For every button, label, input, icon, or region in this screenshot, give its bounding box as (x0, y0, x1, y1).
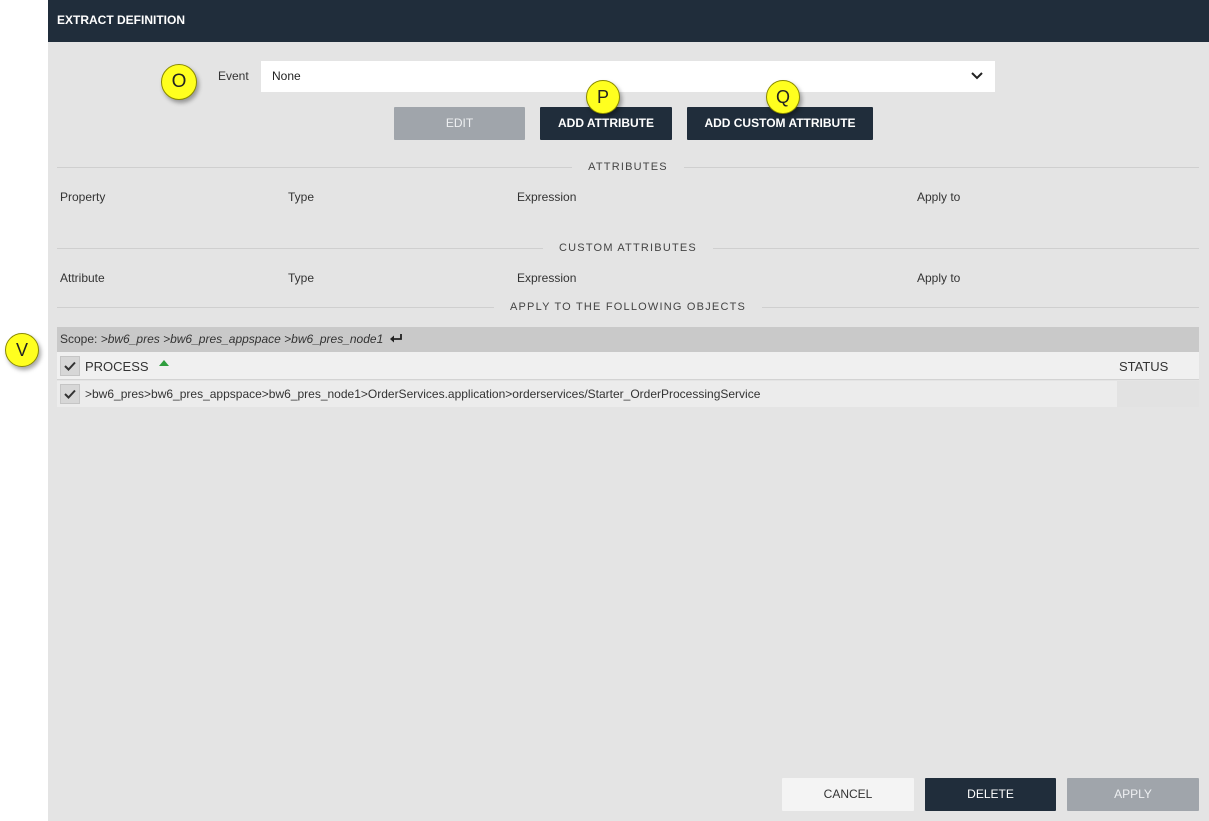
custom-attributes-col-attribute: Attribute (60, 271, 105, 285)
attributes-section-title: ATTRIBUTES (57, 161, 1199, 173)
scope-label: Scope: (60, 332, 98, 346)
sort-ascending-icon[interactable] (159, 360, 169, 366)
attributes-col-property: Property (60, 190, 106, 204)
extract-definition-panel: EXTRACT DEFINITION Event None EDIT ADD A… (48, 0, 1209, 821)
delete-button[interactable]: DELETE (925, 778, 1056, 811)
table-row[interactable]: >bw6_pres>bw6_pres_appspace>bw6_pres_nod… (57, 381, 1199, 407)
edit-button[interactable]: EDIT (394, 107, 525, 140)
objects-table-header: PROCESS STATUS (57, 352, 1199, 380)
annotation-marker-o: O (161, 64, 197, 100)
process-column-header[interactable]: PROCESS (85, 359, 149, 374)
scope-path[interactable]: >bw6_pres >bw6_pres_appspace >bw6_pres_n… (101, 332, 384, 346)
cancel-button[interactable]: CANCEL (782, 778, 914, 811)
objects-section-title: APPLY TO THE FOLLOWING OBJECTS (57, 301, 1199, 313)
checkmark-icon (64, 389, 76, 399)
event-label: Event (218, 69, 249, 83)
annotation-marker-q: Q (766, 80, 800, 114)
annotation-marker-v: V (5, 333, 39, 367)
checkmark-icon (64, 361, 76, 371)
chevron-down-icon (971, 72, 983, 80)
return-arrow-icon[interactable] (389, 334, 403, 344)
annotation-marker-p: P (586, 80, 620, 114)
attributes-col-apply-to: Apply to (917, 190, 961, 204)
custom-attributes-col-type: Type (288, 271, 315, 285)
status-column-header[interactable]: STATUS (1119, 359, 1168, 374)
custom-attributes-col-expression: Expression (517, 271, 577, 285)
scope-breadcrumb: Scope: >bw6_pres >bw6_pres_appspace >bw6… (57, 327, 1199, 352)
custom-attributes-section-title: CUSTOM ATTRIBUTES (57, 242, 1199, 254)
attributes-col-type: Type (288, 190, 315, 204)
event-select[interactable]: None (261, 61, 995, 92)
row-status-cell (1117, 381, 1199, 407)
custom-attributes-col-apply-to: Apply to (917, 271, 961, 285)
event-select-value: None (272, 69, 301, 83)
select-all-checkbox[interactable] (60, 356, 80, 376)
apply-button[interactable]: APPLY (1067, 778, 1199, 811)
panel-title: EXTRACT DEFINITION (48, 0, 1209, 42)
row-process-path: >bw6_pres>bw6_pres_appspace>bw6_pres_nod… (85, 387, 761, 401)
row-checkbox[interactable] (60, 384, 80, 404)
attributes-col-expression: Expression (517, 190, 577, 204)
